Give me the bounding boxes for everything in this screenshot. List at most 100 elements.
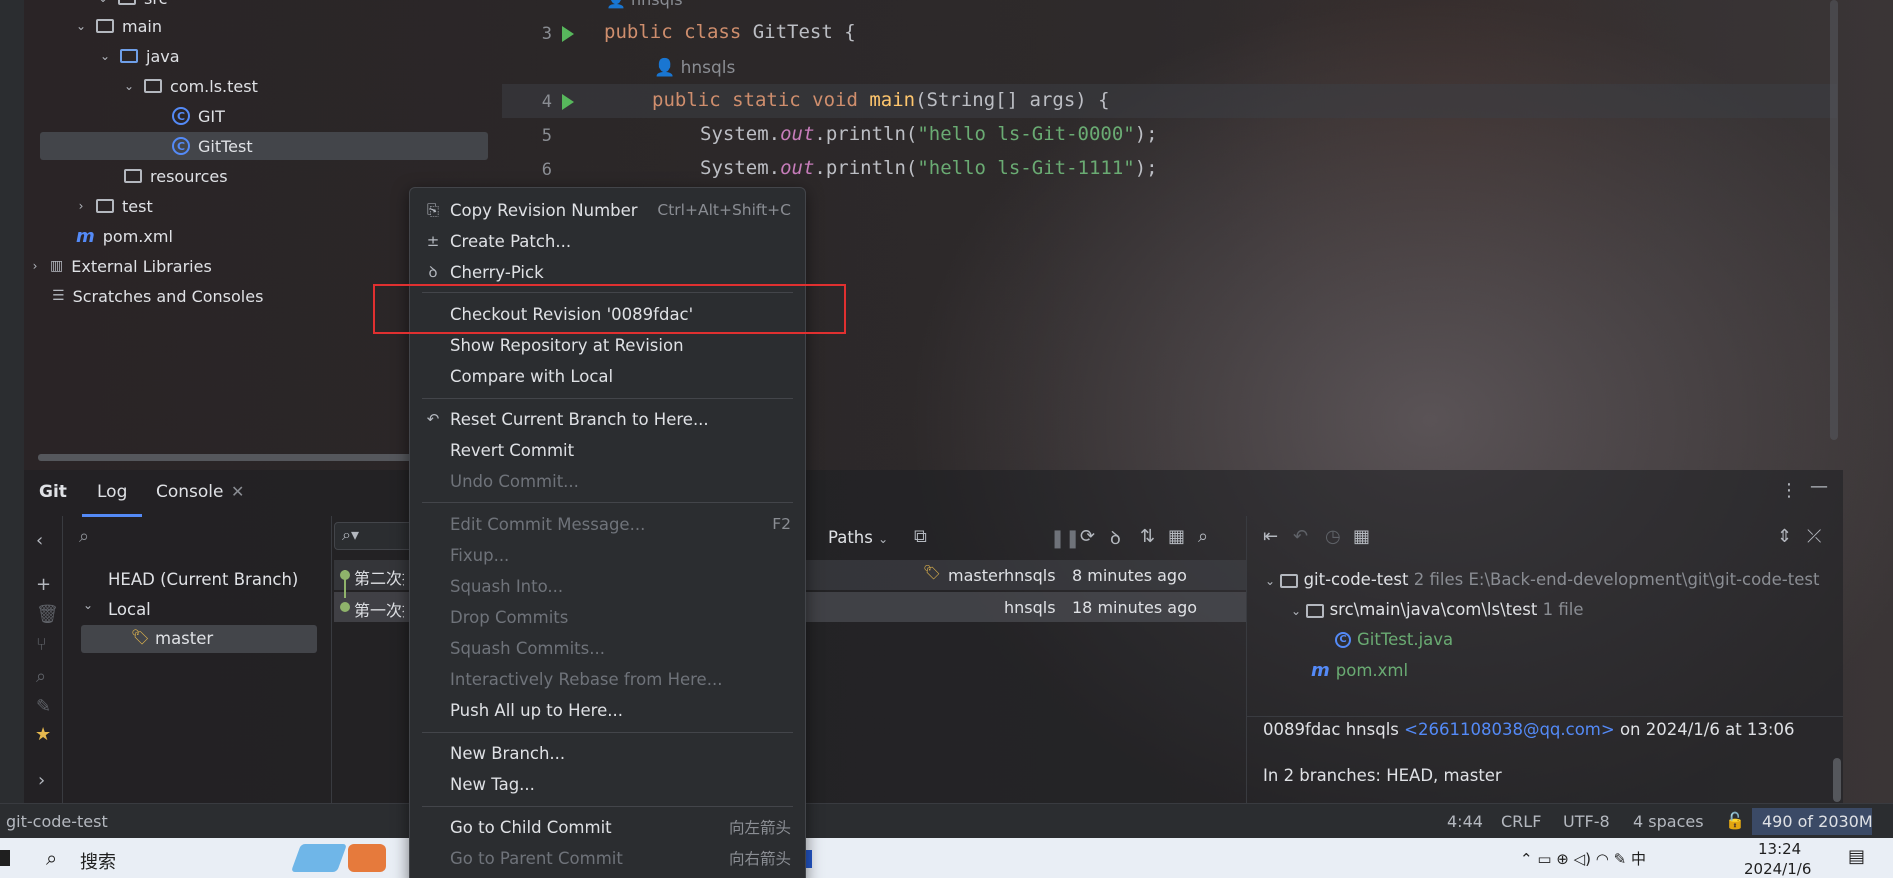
expand-right-icon[interactable]: › [38, 770, 45, 791]
menu-item-compare-local[interactable]: Compare with Local [410, 361, 805, 391]
branch-master[interactable]: master [155, 629, 213, 648]
menu-separator [422, 502, 793, 503]
history-icon[interactable]: ◷ [1325, 526, 1341, 547]
changes-root[interactable]: ⌄ git-code-test 2 files E:\Back-end-deve… [1265, 570, 1819, 589]
email-link[interactable]: <2661108038@qq.com> [1404, 720, 1615, 739]
paths-filter[interactable]: Paths ⌄ [828, 528, 888, 547]
tree-item-main[interactable]: ⌄ main [74, 12, 162, 40]
menu-separator [422, 398, 793, 399]
menu-item-undo-commit: Undo Commit... [450, 471, 579, 491]
package-icon [144, 79, 162, 93]
run-icon[interactable] [562, 26, 574, 42]
new-window-icon[interactable]: ⧉ [914, 526, 927, 547]
search-icon[interactable]: ⌕ [46, 846, 57, 870]
branch-group-local[interactable]: Local [108, 600, 151, 619]
tree-item-test[interactable]: › test [74, 192, 153, 220]
status-encoding[interactable]: UTF-8 [1563, 812, 1610, 831]
merge-icon[interactable]: ⑂ [36, 634, 47, 655]
changed-file[interactable]: m pom.xml [1311, 660, 1408, 681]
branch-head[interactable]: HEAD (Current Branch) [108, 570, 298, 589]
pause-icon[interactable]: ❚❚ [1050, 528, 1080, 549]
menu-item-copy-revision[interactable]: ⎘ Copy Revision Number Ctrl+Alt+Shift+C [410, 195, 805, 225]
commit-message: 第二次提 [354, 569, 404, 588]
branches-search-input[interactable] [73, 520, 323, 550]
close-icon[interactable]: ✕ [231, 482, 244, 501]
chevron-down-icon: ⌄ [99, 49, 111, 63]
tree-item-src[interactable]: ⌄ src [96, 0, 167, 12]
reset-icon: ↶ [426, 410, 440, 428]
start-icon[interactable] [0, 850, 10, 866]
class-icon: C [1335, 631, 1351, 648]
search-icon[interactable]: ⌕ [1198, 526, 1208, 547]
tree-item-java[interactable]: ⌄ java [98, 42, 180, 70]
tree-item-package[interactable]: ⌄ com.ls.test [122, 72, 258, 100]
details-scrollbar[interactable] [1833, 758, 1841, 802]
search-icon: ⌕▾ [342, 525, 359, 544]
menu-item-create-patch[interactable]: ± Create Patch... [410, 226, 805, 256]
cherry-pick-icon[interactable]: ꝺ [1110, 526, 1121, 550]
refresh-icon[interactable]: ⟳ [1080, 526, 1095, 547]
menu-item-reset-branch[interactable]: ↶ Reset Current Branch to Here... [410, 404, 805, 434]
tab-console[interactable]: Console [156, 482, 224, 502]
menu-item-go-to-child[interactable]: Go to Child Commit 向左箭头 [410, 812, 805, 842]
folder-icon [1306, 603, 1325, 618]
clock-date[interactable]: 2024/1/6 [1744, 860, 1811, 876]
run-icon[interactable] [562, 94, 574, 110]
search-highlight-icon [348, 844, 386, 872]
group-by-icon[interactable]: ▦ [1353, 526, 1370, 547]
lock-icon[interactable]: 🔓 [1725, 811, 1745, 830]
windows-taskbar: ⌕ 搜索 ⌃ ▭ ⊕ ◁) ◠ ✎ 中 13:24 2024/1/6 ▤ [0, 838, 1893, 878]
code-line-6: System.out.println("hello ls-Git-1111"); [700, 157, 1158, 179]
more-options-icon[interactable]: ⋮ [1780, 480, 1798, 501]
chevron-down-icon[interactable]: ⌄ [83, 598, 93, 612]
code-line-3: public class GitTest { [604, 21, 856, 43]
menu-item-show-repository[interactable]: Show Repository at Revision [410, 330, 805, 360]
status-indent[interactable]: 4 spaces [1633, 812, 1704, 831]
diff-icon[interactable]: ⇤ [1263, 526, 1278, 547]
folder-icon [96, 19, 114, 33]
menu-item-interactive-rebase: Interactively Rebase from Here... [450, 669, 723, 689]
menu-item-cherry-pick[interactable]: ꝺ Cherry-Pick [410, 257, 805, 287]
edit-icon[interactable]: ✎ [36, 696, 51, 717]
menu-separator [422, 806, 793, 807]
minimize-icon[interactable]: — [1810, 476, 1828, 497]
taskbar-search[interactable]: 搜索 [80, 848, 116, 874]
tree-item-pom[interactable]: m pom.xml [76, 222, 173, 250]
editor-vertical-scrollbar[interactable] [1830, 0, 1838, 440]
delete-icon[interactable]: 🗑 [36, 604, 59, 625]
commit-author: hnsqls [1004, 566, 1056, 585]
add-icon[interactable]: + [36, 574, 51, 595]
tree-item-resources[interactable]: resources [124, 162, 228, 190]
undo-icon[interactable]: ↶ [1293, 526, 1308, 547]
changes-panel: ⇤ ↶ ◷ ▦ ⇕ ⤫ ⌄ git-code-test 2 files E:\B… [1247, 516, 1843, 803]
changed-file[interactable]: C GitTest.java [1335, 630, 1453, 649]
menu-item-push-up-to-here[interactable]: Push All up to Here... [410, 695, 805, 725]
menu-separator [422, 732, 793, 733]
tree-item-git-class[interactable]: C GIT [172, 102, 225, 130]
clock-time[interactable]: 13:24 [1758, 840, 1801, 858]
changes-dir[interactable]: ⌄ src\main\java\com\ls\test 1 file [1291, 600, 1583, 619]
tab-log[interactable]: Log [97, 482, 127, 502]
sort-icon[interactable]: ⇅ [1140, 526, 1155, 547]
menu-item-revert-commit[interactable]: Revert Commit [410, 435, 805, 465]
search-icon[interactable]: ⌕ [36, 666, 46, 687]
tray-icons[interactable]: ⌃ ▭ ⊕ ◁) ◠ ✎ 中 [1520, 848, 1646, 869]
grid-icon[interactable]: ▦ [1168, 526, 1185, 547]
collapse-left-icon[interactable]: ‹ [36, 530, 43, 551]
expand-all-icon[interactable]: ⇕ [1777, 526, 1792, 547]
star-icon[interactable]: ★ [35, 724, 51, 745]
menu-item-new-tag[interactable]: New Tag... [410, 769, 805, 799]
tree-item-gittest-class[interactable]: C GitTest [172, 132, 253, 160]
notification-icon[interactable]: ▤ [1848, 846, 1865, 867]
horizontal-scrollbar[interactable] [38, 454, 438, 461]
menu-item-new-branch[interactable]: New Branch... [410, 738, 805, 768]
status-caret-position[interactable]: 4:44 [1447, 812, 1483, 831]
tool-window-side-toolbar: ‹ + 🗑 ⑂ ⌕ ✎ ★ › [24, 516, 62, 803]
tree-item-scratches[interactable]: ☰ Scratches and Consoles [52, 282, 263, 310]
status-line-separator[interactable]: CRLF [1501, 812, 1541, 831]
collapse-all-icon[interactable]: ⤫ [1807, 526, 1821, 547]
status-project[interactable]: git-code-test [6, 812, 108, 831]
tree-item-external-libraries[interactable]: › ▥ External Libraries [28, 252, 212, 280]
tool-window-tabs: Git Log Console ✕ ⋮ — [24, 470, 1843, 517]
tab-git[interactable]: Git [39, 482, 67, 502]
